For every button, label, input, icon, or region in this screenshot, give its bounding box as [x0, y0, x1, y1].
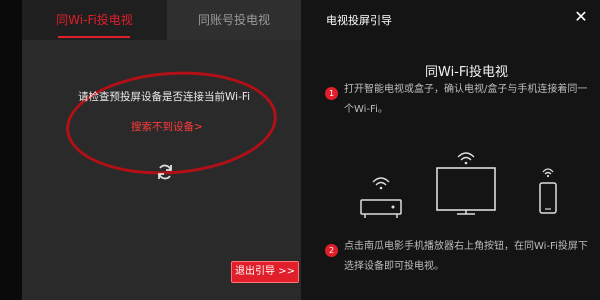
active-tab-indicator [58, 36, 130, 38]
step-number-1: 1 [325, 87, 338, 100]
set-top-box-icon [360, 177, 402, 218]
wifi-icon [457, 152, 475, 165]
wifi-icon [542, 168, 554, 178]
tab-same-wifi[interactable]: 同Wi-Fi投电视 [22, 0, 167, 40]
left-panel: 同Wi-Fi投电视 同账号投电视 请检查预投屏设备是否连接当前Wi-Fi 搜索不… [22, 0, 301, 300]
step-text-2: 点击南瓜电影手机播放器右上角按钮，在同Wi-Fi投屏下选择设备即可投电视。 [344, 241, 588, 272]
tab-same-account-label: 同账号投电视 [197, 13, 270, 27]
wifi-icon [372, 177, 390, 190]
cannot-find-device-link[interactable]: 搜索不到设备> [131, 119, 203, 134]
right-panel: 电视投屏引导 ✕ 同Wi-Fi投电视 1 打开智能电视或盒子，确认电视/盒子与手… [301, 0, 600, 300]
panel-title: 电视投屏引导 [326, 14, 392, 27]
step-text-1: 打开智能电视或盒子，确认电视/盒子与手机连接着同一个Wi-Fi。 [344, 84, 588, 115]
refresh-icon[interactable] [155, 162, 175, 182]
section-heading: 同Wi-Fi投电视 [425, 65, 509, 80]
phone-icon [539, 168, 557, 214]
left-edge-bar [0, 0, 22, 300]
tv-icon [436, 152, 496, 215]
app-root: 同Wi-Fi投电视 同账号投电视 请检查预投屏设备是否连接当前Wi-Fi 搜索不… [0, 0, 600, 300]
step-number-2: 2 [325, 244, 338, 257]
tab-same-wifi-label: 同Wi-Fi投电视 [56, 13, 133, 27]
tab-same-account[interactable]: 同账号投电视 [167, 0, 301, 40]
tab-bar: 同Wi-Fi投电视 同账号投电视 [22, 0, 301, 40]
close-icon[interactable]: ✕ [572, 8, 590, 26]
exit-guide-button[interactable]: 退出引导 >> [231, 261, 299, 283]
wifi-check-prompt: 请检查预投屏设备是否连接当前Wi-Fi [78, 91, 251, 103]
